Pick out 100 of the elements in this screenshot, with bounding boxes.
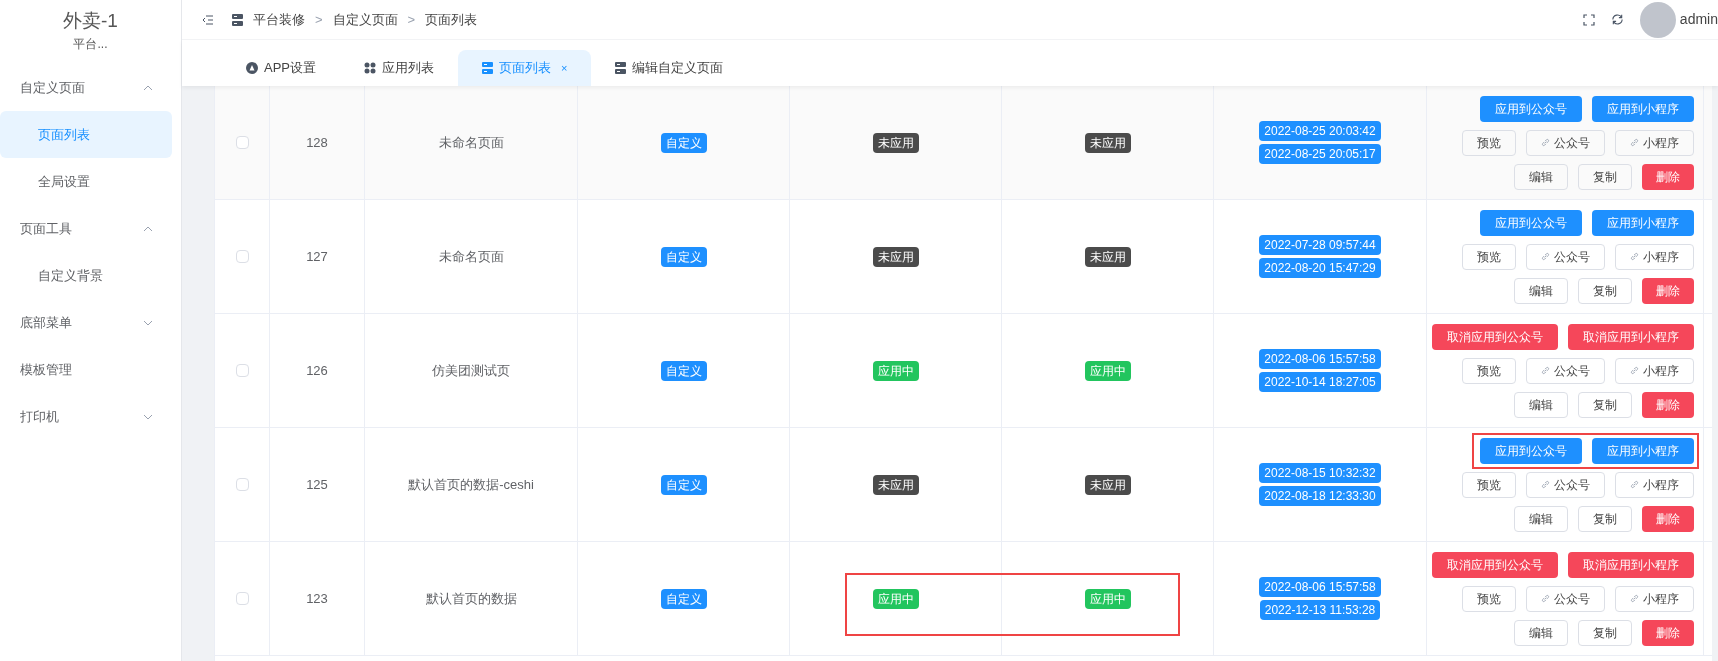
copy-button[interactable]: 复制 [1578, 619, 1632, 646]
sidebar-group[interactable]: 模板管理 [0, 346, 181, 393]
user-name[interactable]: admin [1679, 9, 1718, 30]
menu-fold-icon[interactable] [202, 14, 214, 25]
link-icon [1630, 252, 1639, 261]
breadcrumb-item[interactable]: 平台装修 [253, 9, 305, 30]
page-tab[interactable]: APP设置 [222, 50, 340, 86]
grid-icon [364, 62, 376, 74]
sidebar-group[interactable]: 自定义页面 [0, 64, 181, 111]
edit-button[interactable]: 编辑 [1514, 277, 1568, 304]
status-tag: 未应用 [872, 246, 919, 267]
status-tag: 未应用 [1084, 474, 1131, 495]
status-tag: 应用中 [1084, 588, 1131, 609]
link-button[interactable]: 小程序 [1615, 471, 1694, 498]
type-tag: 自定义 [660, 360, 707, 381]
page-tab[interactable]: 应用列表 [340, 50, 458, 86]
link-button[interactable]: 小程序 [1615, 585, 1694, 612]
edit-button[interactable]: 编辑 [1514, 619, 1568, 646]
preview-button[interactable]: 预览 [1462, 357, 1516, 384]
date-tag: 2022-08-25 20:05:17 [1259, 144, 1381, 164]
chevron-up-icon [143, 84, 153, 91]
sidebar-group[interactable]: 页面工具 [0, 205, 181, 252]
copy-button[interactable]: 复制 [1578, 163, 1632, 190]
edit-button[interactable]: 编辑 [1514, 505, 1568, 532]
page-name: 未命名页面 [438, 247, 504, 266]
document-icon [482, 62, 493, 74]
type-tag: 自定义 [660, 588, 707, 609]
type-tag: 自定义 [660, 246, 707, 267]
date-tag: 2022-08-06 15:57:58 [1259, 577, 1381, 597]
date-tag: 2022-08-18 12:33:30 [1259, 486, 1381, 506]
status-tag: 应用中 [1084, 360, 1131, 381]
sidebar-group[interactable]: 打印机 [0, 393, 181, 440]
edit-button[interactable]: 编辑 [1514, 163, 1568, 190]
copy-button[interactable]: 复制 [1578, 277, 1632, 304]
page-name: 默认首页的数据-ceshi [408, 475, 534, 494]
refresh-icon[interactable] [1610, 13, 1624, 26]
delete-button[interactable]: 删除 [1642, 391, 1694, 418]
app-subtitle: 平台... [73, 36, 108, 54]
type-tag: 自定义 [660, 132, 707, 153]
row-checkbox[interactable] [235, 250, 249, 263]
link-button[interactable]: 小程序 [1615, 129, 1694, 156]
delete-button[interactable]: 删除 [1642, 619, 1694, 646]
row-checkbox[interactable] [235, 364, 249, 377]
page-name: 默认首页的数据 [425, 589, 517, 608]
status-tag: 未应用 [1084, 132, 1131, 153]
link-button[interactable]: 公众号 [1526, 357, 1605, 384]
chevron-down-icon [143, 319, 153, 326]
breadcrumb-item: 页面列表 [425, 10, 478, 29]
page-id: 123 [306, 589, 328, 608]
document-icon [232, 13, 243, 26]
link-icon [1541, 252, 1550, 261]
row-checkbox[interactable] [235, 592, 249, 605]
delete-button[interactable]: 删除 [1642, 277, 1694, 304]
row-checkbox[interactable] [235, 136, 249, 149]
copy-button[interactable]: 复制 [1578, 391, 1632, 418]
chevron-up-icon [143, 225, 153, 232]
breadcrumb-separator: > [407, 10, 416, 29]
link-icon [1630, 480, 1639, 489]
sidebar-item[interactable]: 自定义背景 [0, 252, 172, 299]
date-tag: 2022-07-28 09:57:44 [1259, 235, 1381, 255]
edit-button[interactable]: 编辑 [1514, 391, 1568, 418]
sidebar-item[interactable]: 全局设置 [0, 158, 172, 205]
link-icon [1541, 480, 1550, 489]
type-tag: 自定义 [660, 474, 707, 495]
status-tag: 应用中 [872, 588, 919, 609]
date-tag: 2022-08-06 15:57:58 [1259, 349, 1381, 369]
app-icon [246, 62, 258, 74]
date-tag: 2022-10-14 18:27:05 [1259, 372, 1381, 392]
link-button[interactable]: 公众号 [1526, 471, 1605, 498]
link-button[interactable]: 公众号 [1526, 129, 1605, 156]
link-icon [1630, 594, 1639, 603]
chevron-down-icon [143, 413, 153, 420]
sidebar-group[interactable]: 底部菜单 [0, 299, 181, 346]
fullscreen-icon[interactable] [1582, 13, 1595, 26]
link-button[interactable]: 公众号 [1526, 243, 1605, 270]
cancel-apply-button[interactable]: 取消应用到公众号 [1432, 323, 1558, 350]
page-name: 仿美团测试页 [432, 361, 510, 380]
link-icon [1541, 366, 1550, 375]
cancel-apply-button[interactable]: 取消应用到小程序 [1568, 551, 1694, 578]
status-tag: 未应用 [872, 132, 919, 153]
link-icon [1630, 366, 1639, 375]
link-icon [1541, 594, 1550, 603]
row-checkbox[interactable] [235, 478, 249, 491]
delete-button[interactable]: 删除 [1642, 505, 1694, 532]
breadcrumb-item[interactable]: 自定义页面 [332, 9, 398, 30]
copy-button[interactable]: 复制 [1578, 505, 1632, 532]
preview-button[interactable]: 预览 [1462, 585, 1516, 612]
status-tag: 未应用 [872, 474, 919, 495]
delete-button[interactable]: 删除 [1642, 163, 1694, 190]
preview-button[interactable]: 预览 [1462, 129, 1516, 156]
date-tag: 2022-12-13 11:53:28 [1259, 600, 1381, 620]
preview-button[interactable]: 预览 [1462, 471, 1516, 498]
link-button[interactable]: 公众号 [1526, 585, 1605, 612]
user-avatar[interactable] [1639, 1, 1676, 38]
link-button[interactable]: 小程序 [1615, 243, 1694, 270]
preview-button[interactable]: 预览 [1462, 243, 1516, 270]
cancel-apply-button[interactable]: 取消应用到小程序 [1568, 323, 1694, 350]
link-button[interactable]: 小程序 [1615, 357, 1694, 384]
page-tab[interactable]: 编辑自定义页面 [591, 50, 748, 86]
cancel-apply-button[interactable]: 取消应用到公众号 [1432, 551, 1558, 578]
